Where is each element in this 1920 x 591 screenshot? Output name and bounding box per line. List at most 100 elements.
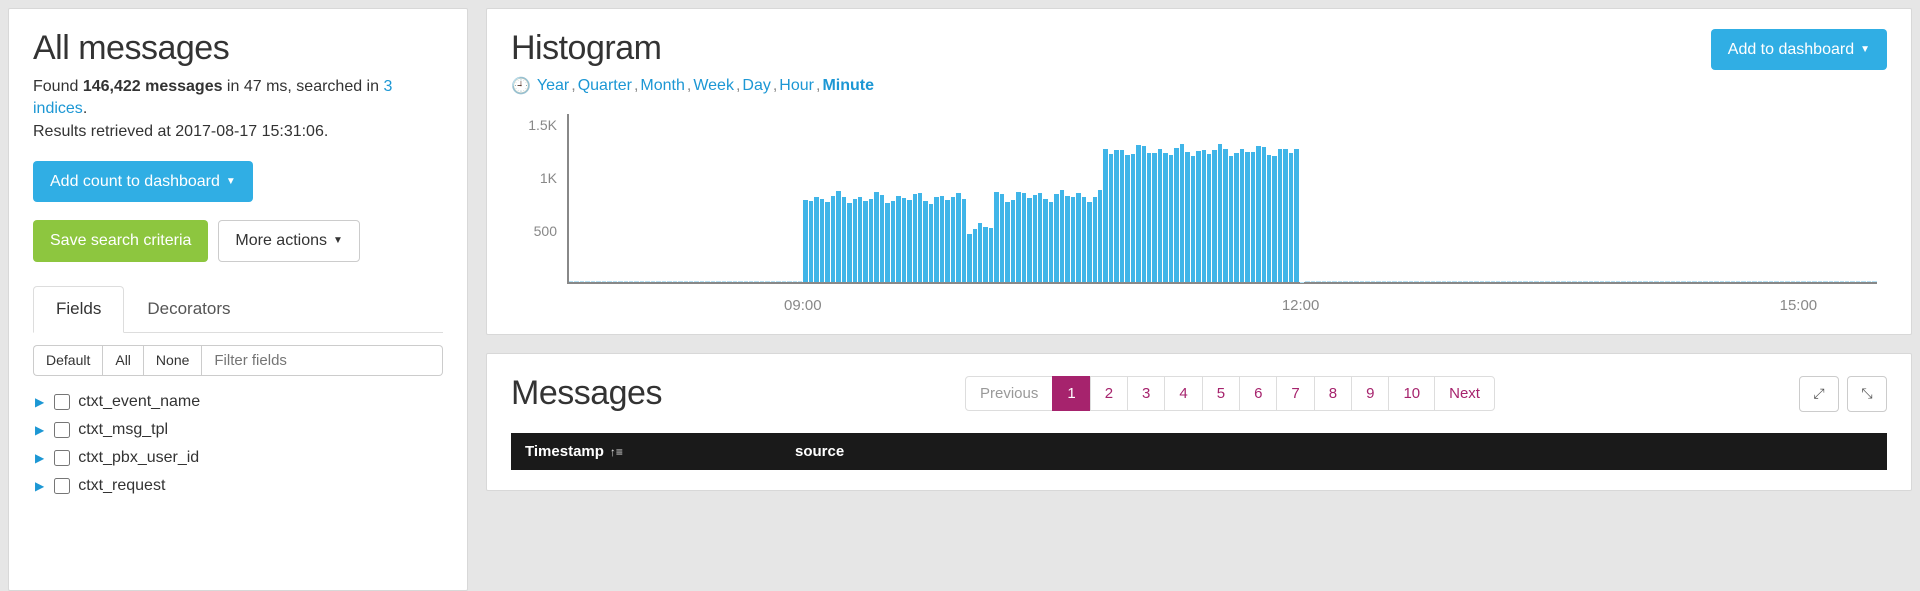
histogram-bar[interactable] xyxy=(1327,281,1331,282)
histogram-bar[interactable] xyxy=(776,281,780,282)
histogram-bar[interactable] xyxy=(940,196,944,282)
histogram-bar[interactable] xyxy=(913,194,917,282)
histogram-bar[interactable] xyxy=(994,192,998,282)
tab-fields[interactable]: Fields xyxy=(33,286,124,333)
fields-all-button[interactable]: All xyxy=(102,345,143,376)
histogram-bar[interactable] xyxy=(1567,281,1571,282)
histogram-bar[interactable] xyxy=(645,281,649,282)
histogram-bar[interactable] xyxy=(1725,281,1729,282)
histogram-bar[interactable] xyxy=(1861,281,1865,282)
histogram-bar[interactable] xyxy=(1665,281,1669,282)
histogram-bar[interactable] xyxy=(1082,197,1086,282)
histogram-bar[interactable] xyxy=(1038,193,1042,282)
histogram-bar[interactable] xyxy=(651,281,655,282)
histogram-bar[interactable] xyxy=(1382,281,1386,282)
histogram-bar[interactable] xyxy=(1267,155,1271,282)
histogram-bar[interactable] xyxy=(1212,150,1216,282)
histogram-bar[interactable] xyxy=(733,281,737,282)
histogram-bar[interactable] xyxy=(771,281,775,282)
histogram-bar[interactable] xyxy=(749,281,753,282)
histogram-bar[interactable] xyxy=(1283,149,1287,282)
histogram-bar[interactable] xyxy=(662,281,666,282)
histogram-bar[interactable] xyxy=(929,204,933,282)
histogram-bar[interactable] xyxy=(596,281,600,282)
histogram-bar[interactable] xyxy=(1420,281,1424,282)
histogram-bar[interactable] xyxy=(1698,281,1702,282)
histogram-bar[interactable] xyxy=(1076,193,1080,282)
save-search-criteria-button[interactable]: Save search criteria xyxy=(33,220,208,261)
histogram-bar[interactable] xyxy=(1703,281,1707,282)
histogram-bar[interactable] xyxy=(891,201,895,282)
histogram-bar[interactable] xyxy=(1823,281,1827,282)
histogram-bar[interactable] xyxy=(1692,281,1696,282)
histogram-bar[interactable] xyxy=(694,281,698,282)
histogram-bar[interactable] xyxy=(678,281,682,282)
histogram-bar[interactable] xyxy=(629,281,633,282)
page-2[interactable]: 2 xyxy=(1090,376,1128,411)
histogram-bar[interactable] xyxy=(858,197,862,282)
histogram-bar[interactable] xyxy=(613,281,617,282)
expand-icon[interactable]: ⤢ xyxy=(1799,376,1839,412)
histogram-bar[interactable] xyxy=(1681,281,1685,282)
histogram-bar[interactable] xyxy=(880,195,884,282)
histogram-bar[interactable] xyxy=(1709,281,1713,282)
histogram-bar[interactable] xyxy=(1174,148,1178,282)
histogram-bar[interactable] xyxy=(1856,281,1860,282)
page-4[interactable]: 4 xyxy=(1164,376,1202,411)
histogram-bar[interactable] xyxy=(782,281,786,282)
histogram-bar[interactable] xyxy=(711,281,715,282)
histogram-bar[interactable] xyxy=(1638,281,1642,282)
page-next[interactable]: Next xyxy=(1434,376,1495,411)
histogram-bar[interactable] xyxy=(1518,281,1522,282)
histogram-bar[interactable] xyxy=(1529,281,1533,282)
histogram-bar[interactable] xyxy=(1049,202,1053,282)
histogram-bar[interactable] xyxy=(902,198,906,282)
page-7[interactable]: 7 xyxy=(1276,376,1314,411)
histogram-bar[interactable] xyxy=(1442,281,1446,282)
histogram-bar[interactable] xyxy=(1278,149,1282,282)
histogram-bar[interactable] xyxy=(754,281,758,282)
histogram-bar[interactable] xyxy=(1398,281,1402,282)
histogram-bar[interactable] xyxy=(1098,190,1102,282)
histogram-bar[interactable] xyxy=(1676,281,1680,282)
field-checkbox[interactable] xyxy=(54,422,70,438)
histogram-bar[interactable] xyxy=(1338,281,1342,282)
histogram-bar[interactable] xyxy=(1850,281,1854,282)
filter-fields-input[interactable] xyxy=(202,345,443,376)
histogram-bar[interactable] xyxy=(1043,199,1047,282)
histogram-bar[interactable] xyxy=(956,193,960,282)
histogram-bar[interactable] xyxy=(1207,154,1211,282)
histogram-bar[interactable] xyxy=(624,281,628,282)
histogram-bar[interactable] xyxy=(831,196,835,282)
histogram-bar[interactable] xyxy=(907,200,911,282)
histogram-bar[interactable] xyxy=(574,281,578,282)
expand-field-icon[interactable]: ▶ xyxy=(35,423,44,437)
histogram-bar[interactable] xyxy=(1387,281,1391,282)
histogram-bar[interactable] xyxy=(1376,281,1380,282)
histogram-bar[interactable] xyxy=(973,229,977,282)
histogram-bar[interactable] xyxy=(1660,281,1664,282)
fields-none-button[interactable]: None xyxy=(143,345,202,376)
histogram-bar[interactable] xyxy=(1741,281,1745,282)
histogram-bar[interactable] xyxy=(1752,281,1756,282)
histogram-bar[interactable] xyxy=(1011,200,1015,282)
histogram-bar[interactable] xyxy=(803,200,807,282)
histogram-bar[interactable] xyxy=(962,199,966,282)
add-to-dashboard-button[interactable]: Add to dashboard ▼ xyxy=(1711,29,1887,70)
histogram-bar[interactable] xyxy=(1845,281,1849,282)
expand-field-icon[interactable]: ▶ xyxy=(35,395,44,409)
histogram-bar[interactable] xyxy=(1027,198,1031,283)
page-8[interactable]: 8 xyxy=(1314,376,1352,411)
expand-field-icon[interactable]: ▶ xyxy=(35,451,44,465)
histogram-bar[interactable] xyxy=(1093,197,1097,282)
histogram-bar[interactable] xyxy=(1354,281,1358,282)
histogram-bar[interactable] xyxy=(1251,152,1255,282)
histogram-chart[interactable]: 1.5K1K500 09:0012:0015:00 xyxy=(511,114,1887,314)
histogram-bar[interactable] xyxy=(934,197,938,282)
histogram-bar[interactable] xyxy=(1785,281,1789,282)
histogram-bar[interactable] xyxy=(1294,149,1298,282)
histogram-bar[interactable] xyxy=(1262,147,1266,282)
histogram-bar[interactable] xyxy=(945,200,949,282)
histogram-bar[interactable] xyxy=(1071,197,1075,282)
histogram-bar[interactable] xyxy=(847,203,851,282)
